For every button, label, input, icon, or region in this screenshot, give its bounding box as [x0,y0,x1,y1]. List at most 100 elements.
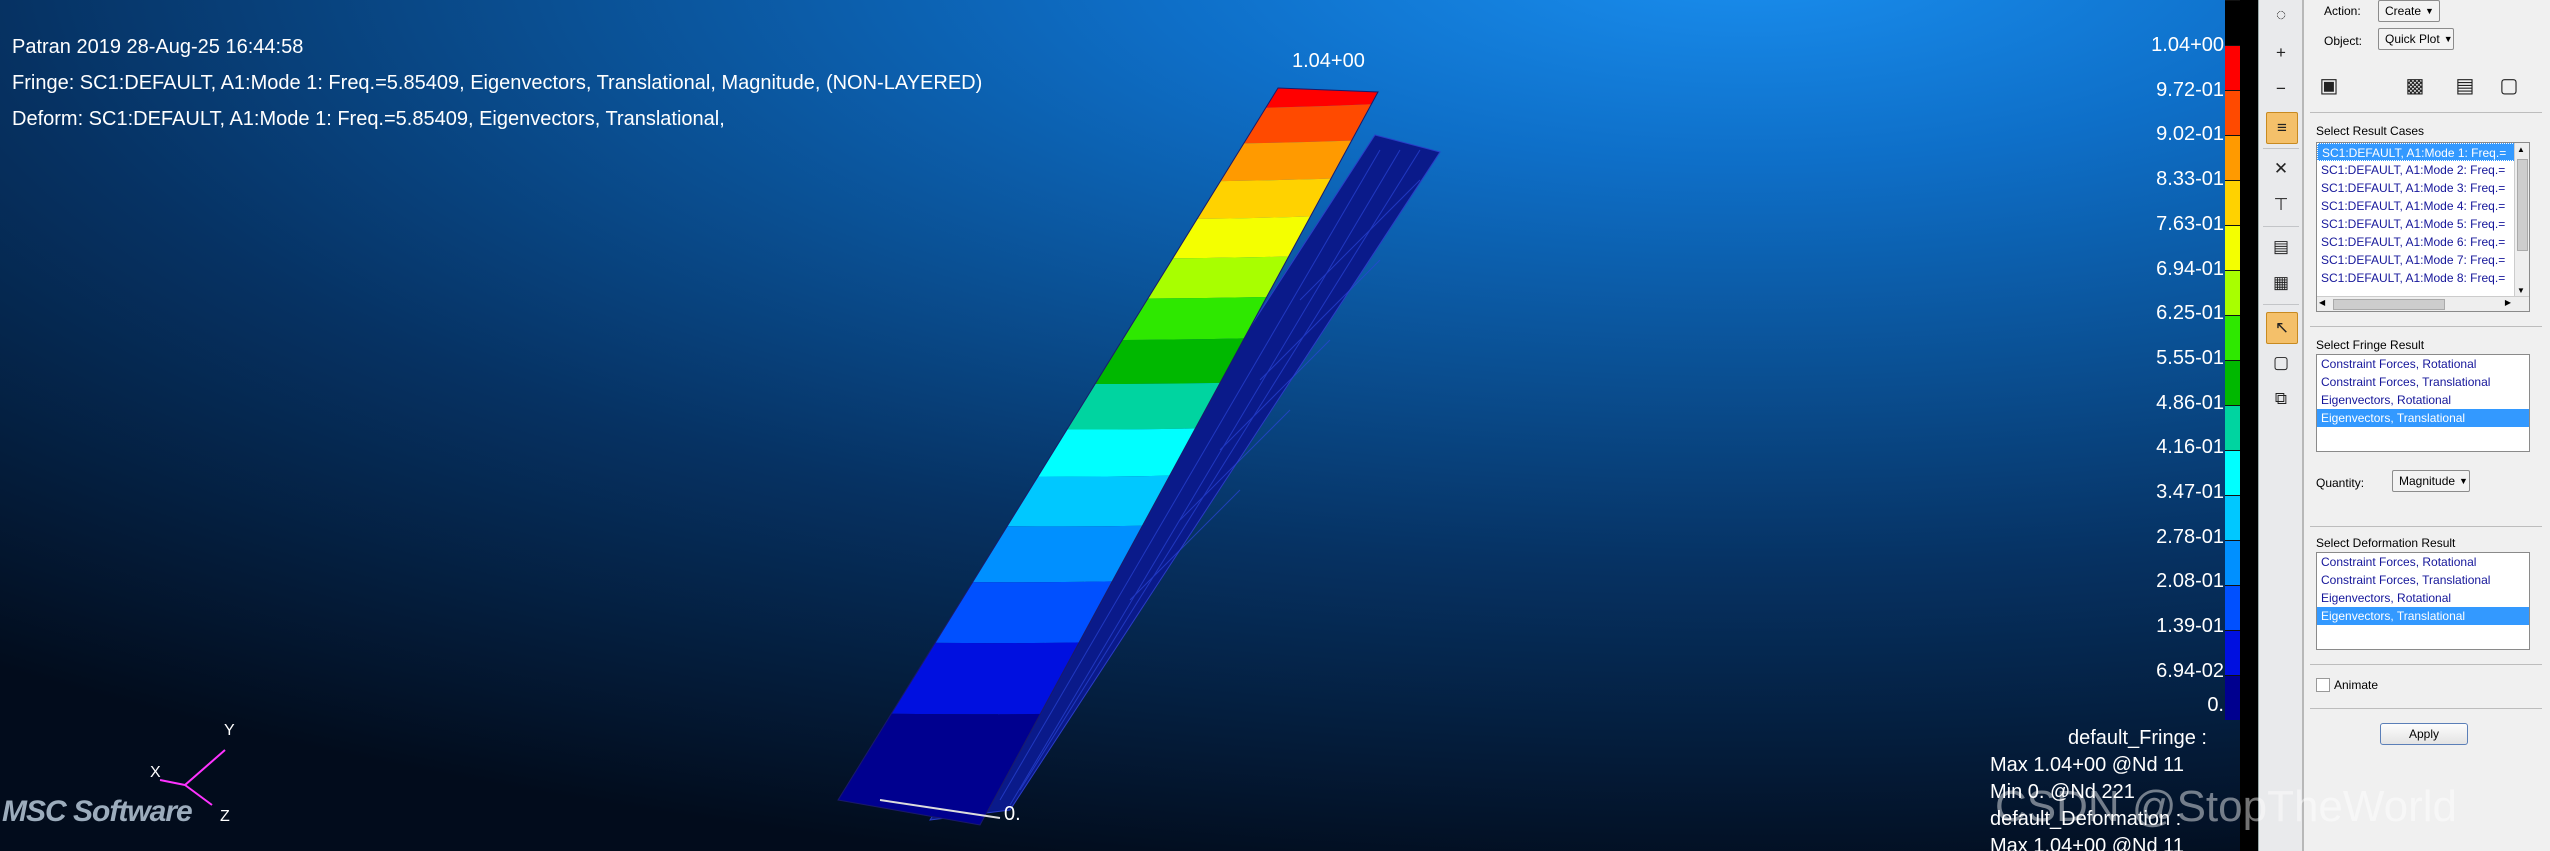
grid-icon[interactable]: ▦ [2266,268,2296,298]
legend-label: 9.02-01 [2156,123,2224,146]
list-item[interactable]: SC1:DEFAULT, A1:Mode 1: Freq.= [2317,143,2529,161]
list-item[interactable]: Eigenvectors, Translational [2317,409,2529,427]
chevron-down-icon: ▼ [2425,6,2434,16]
scroll-left-icon[interactable]: ◀ [2319,298,2325,307]
legend-label: 8.33-01 [2156,168,2224,191]
legend-label: 9.72-01 [2156,78,2224,101]
scroll-thumb[interactable] [2333,299,2445,310]
list-item[interactable]: SC1:DEFAULT, A1:Mode 2: Freq.= [2317,161,2529,179]
deform-result-title: Select Deformation Result [2316,536,2456,550]
legend-label: 4.86-01 [2156,391,2224,414]
display-attributes-icon[interactable]: ▢ [2494,70,2524,100]
axis-y-label: Y [224,722,235,739]
animate-label: Animate [2334,678,2379,692]
list-item[interactable]: SC1:DEFAULT, A1:Mode 6: Freq.= [2317,233,2529,251]
animate-checkbox[interactable] [2316,678,2330,692]
copy-icon[interactable]: ⧉ [2266,384,2296,414]
result-cases-list[interactable]: SC1:DEFAULT, A1:Mode 1: Freq.= SC1:DEFAU… [2316,142,2530,312]
legend-labels: 1.04+00 9.72-01 9.02-01 8.33-01 7.63-01 6.94-… [2080,0,2224,720]
legend-label: 6.94-01 [2156,257,2224,280]
list-item[interactable]: Eigenvectors, Translational [2317,607,2529,625]
fringe-icon[interactable]: ⊤ [2266,190,2296,220]
legend-color-segment [2225,495,2240,540]
apply-button[interactable]: Apply [2380,723,2468,745]
legend-color-segment [2225,450,2240,495]
deform-summary-max: Max 1.04+00 @Nd 11 [1990,835,2184,851]
legend-color-segment [2225,90,2240,135]
action-dropdown[interactable]: Create ▼ [2378,0,2440,22]
legend-label: 5.55-01 [2156,346,2224,369]
legend-label: 3.47-01 [2156,481,2224,503]
list-item[interactable]: SC1:DEFAULT, A1:Mode 8: Freq.= [2317,269,2529,287]
open-icon[interactable]: ▢ [2266,348,2296,378]
select-arrow-icon[interactable]: ↖ [2266,312,2298,344]
quantity-label: Quantity: [2316,476,2365,490]
select-results-icon[interactable]: ▣ [2314,70,2344,100]
legend-label: 2.78-01 [2156,525,2224,548]
legend-color-segment [2225,630,2240,675]
legend-label: 6.94-02 [2156,659,2224,682]
vertical-scrollbar[interactable]: ▲ ▼ [2514,143,2529,311]
list-item[interactable]: Constraint Forces, Rotational [2317,355,2529,373]
legend-color-segment [2225,135,2240,180]
legend-label: 4.16-01 [2156,436,2224,459]
fringe-bands [838,88,1378,825]
list-item[interactable]: SC1:DEFAULT, A1:Mode 3: Freq.= [2317,179,2529,197]
horizontal-scrollbar[interactable]: ◀ ▶ [2317,296,2529,311]
zoom-in-icon[interactable]: + [2266,38,2296,68]
plot-options-icon[interactable]: ▤ [2450,70,2480,100]
list-item[interactable]: SC1:DEFAULT, A1:Mode 7: Freq.= [2317,251,2529,269]
legend-label: 0. [2207,694,2224,716]
scroll-right-icon[interactable]: ▶ [2505,298,2511,307]
legend-color-segment [2225,45,2240,90]
legend-color-segment [2225,180,2240,225]
scroll-down-icon[interactable]: ▼ [2517,286,2525,295]
deform-result-list[interactable]: Constraint Forces, Rotational Constraint… [2316,552,2530,650]
lasso-icon[interactable]: ◌ [2266,0,2296,30]
object-dropdown[interactable]: Quick Plot ▼ [2378,28,2454,50]
scroll-thumb[interactable] [2517,159,2528,251]
action-label: Action: [2324,4,2361,18]
fringe-model[interactable] [0,0,2240,851]
fringe-summary-max: Max 1.04+00 @Nd 11 [1990,754,2184,776]
list-item[interactable]: Constraint Forces, Rotational [2317,553,2529,571]
scroll-up-icon[interactable]: ▲ [2517,145,2525,154]
fringe-result-title: Select Fringe Result [2316,338,2425,352]
object-label: Object: [2324,34,2363,48]
view-toolstrip: ◌ + − ≡ ✕ ⊤ ▤ ▦ ↖ ▢ ⧉ [2258,0,2303,851]
frame-icon[interactable]: ▤ [2266,232,2296,262]
legend-color-segment [2225,405,2240,450]
legend-color-segment [2225,675,2240,720]
list-item[interactable]: Constraint Forces, Translational [2317,373,2529,391]
quantity-dropdown[interactable]: Magnitude ▼ [2392,470,2470,492]
legend-color-segment [2225,225,2240,270]
list-item[interactable]: Constraint Forces, Translational [2317,571,2529,589]
graphics-viewport[interactable]: Patran 2019 28-Aug-25 16:44:58 Fringe: S… [0,0,2240,851]
fringe-color-bar [2225,0,2240,720]
axis-z-label: Z [220,808,230,825]
object-value: Quick Plot [2385,32,2440,46]
axis-x-label: X [150,764,161,781]
quantity-value: Magnitude [2399,474,2456,488]
min-value-marker: 0. [1004,803,1021,825]
legend-label: 7.63-01 [2156,212,2224,235]
legend-color-segment [2225,585,2240,630]
legend-label: 1.04+00 [2151,34,2224,56]
zoom-out-icon[interactable]: − [2266,74,2296,104]
fringe-result-list[interactable]: Constraint Forces, Rotational Constraint… [2316,354,2530,452]
list-item[interactable]: SC1:DEFAULT, A1:Mode 5: Freq.= [2317,215,2529,233]
action-value: Create [2385,4,2422,18]
fit-view-icon[interactable]: ≡ [2266,112,2298,144]
watermark: CSDN @StopTheWorld [1995,782,2457,831]
fringe-attributes-icon[interactable]: ▩ [2400,70,2430,100]
legend-color-segment [2225,540,2240,585]
msc-logo: MSC Software [2,795,193,828]
list-item[interactable]: SC1:DEFAULT, A1:Mode 4: Freq.= [2317,197,2529,215]
list-item[interactable]: Eigenvectors, Rotational [2317,589,2529,607]
pin-icon[interactable]: ✕ [2266,154,2296,184]
legend-label: 2.08-01 [2156,570,2224,593]
results-panel: Action: Create ▼ Object: Quick Plot ▼ ▣ ▩ … [2302,0,2550,851]
legend-label: 1.39-01 [2156,615,2224,638]
list-item[interactable]: Eigenvectors, Rotational [2317,391,2529,409]
legend-color-segment [2225,0,2240,45]
